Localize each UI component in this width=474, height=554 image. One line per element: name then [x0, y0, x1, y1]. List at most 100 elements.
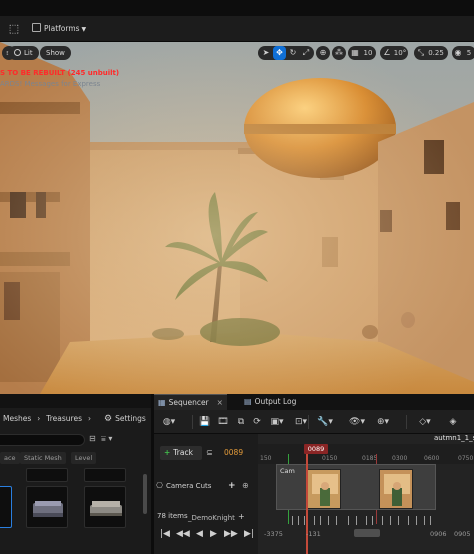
camera-speed-button[interactable]: ◉ 5: [452, 46, 474, 60]
camera-icon: ◉: [454, 48, 462, 57]
search-input[interactable]: [0, 434, 85, 446]
time-ruler[interactable]: 150 0150 0185 0300 0600 0750: [258, 444, 474, 464]
add-icon[interactable]: +: [238, 512, 245, 521]
tools-icon[interactable]: 🔧▾: [314, 415, 336, 429]
playhead-label[interactable]: 0089: [304, 444, 328, 454]
add-track-button[interactable]: + Track: [160, 446, 202, 460]
keyframe-icon[interactable]: ◈: [446, 415, 460, 429]
current-frame[interactable]: 0089: [224, 448, 243, 457]
camera-cuts-icon: ⎔: [156, 481, 163, 490]
tab-sequencer[interactable]: ▦ Sequencer ×: [154, 394, 227, 410]
working-range-start[interactable]: -131: [306, 530, 321, 538]
translate-mode-icon[interactable]: ✥: [273, 46, 286, 60]
visibility-icon[interactable]: 👁▾: [346, 415, 368, 429]
show-button[interactable]: Show: [40, 46, 71, 60]
filter-icon[interactable]: ⊆: [206, 448, 213, 457]
play-reverse-icon[interactable]: ◀: [196, 529, 203, 539]
filter-chip[interactable]: ace: [0, 452, 20, 464]
asset-thumbnail[interactable]: [26, 468, 68, 482]
snap-icon[interactable]: ⊕▾: [372, 415, 394, 429]
tab-output-log-label: Output Log: [254, 397, 297, 406]
render-movie-icon[interactable]: 🎞: [216, 415, 230, 429]
content-browser-header: [0, 394, 151, 408]
sequencer-toolbar: ◍▾ 💾 🎞 ⧉ ⟳ ▣▾ ⊡▾ 🔧▾ 👁▾ ⊕▾ ◇▾ ◈: [154, 410, 474, 434]
rotate-mode-icon[interactable]: ↻: [287, 46, 299, 60]
output-log-icon: ▤: [244, 397, 252, 406]
view-range-start[interactable]: -3375: [264, 530, 283, 538]
grid-icon: ▦: [351, 48, 359, 57]
settings-button[interactable]: ⚙ Settings: [104, 412, 146, 426]
tab-sequencer-label: Sequencer: [168, 398, 209, 407]
scale-mode-icon[interactable]: ⤢: [300, 46, 312, 60]
ruler-label: 0185: [362, 455, 378, 462]
viewport-scene: [0, 42, 474, 394]
select-mode-icon[interactable]: ➤: [260, 46, 272, 60]
title-bar: [0, 0, 474, 16]
close-icon[interactable]: ×: [217, 398, 223, 407]
add-icon[interactable]: ⊕: [242, 478, 249, 494]
viewport-info-message: ARDS! Messages for Express: [0, 80, 101, 88]
breadcrumb-separator: ›: [37, 414, 41, 423]
working-range-end[interactable]: 0906: [430, 530, 447, 538]
chest-thumbnail-image: [33, 501, 63, 517]
camera-cuts-track[interactable]: ⎔ Camera Cuts + ⊕: [156, 478, 256, 494]
view-range-end[interactable]: 0905: [454, 530, 471, 538]
chevron-down-icon: ▼: [81, 26, 87, 33]
content-browser-scrollbar[interactable]: [143, 474, 147, 514]
toolbar-separator: [192, 415, 193, 429]
asset-thumbnail[interactable]: [0, 486, 12, 528]
surface-snap-button[interactable]: ⁂: [332, 46, 346, 60]
lit-view-mode-button[interactable]: Lit: [8, 46, 39, 60]
sequencer-icon: ▦: [158, 398, 166, 407]
filter-chip[interactable]: Static Mesh: [20, 452, 66, 464]
camera-icon[interactable]: ⧉: [234, 415, 248, 429]
world-icon[interactable]: ◍▾: [160, 415, 178, 429]
platforms-label: Platforms: [44, 24, 80, 33]
save-search-icon[interactable]: ⊟: [89, 434, 96, 443]
viewport-toolbar: ≡ Lit Show ➤ ✥ ↻ ⤢ ⊕ ⁂ ▦ 10 ∠ 10° ⤡ 0.25…: [0, 44, 474, 60]
filter-icon[interactable]: ⩸ ▾: [101, 434, 112, 444]
step-back-icon[interactable]: ◀◀: [176, 529, 190, 539]
shot-thumbnail: [307, 469, 341, 509]
jump-to-start-icon[interactable]: |◀: [160, 529, 170, 539]
filter-chip[interactable]: Level: [71, 452, 97, 464]
asset-thumbnail[interactable]: [84, 468, 126, 482]
timeline-scrollbar[interactable]: [354, 529, 380, 537]
lit-label: Lit: [24, 49, 33, 57]
lighting-rebuild-warning: S TO BE REBUILT (245 unbuilt): [0, 69, 120, 77]
toolbar-separator: [406, 415, 407, 429]
step-forward-icon[interactable]: ▶▶: [224, 529, 238, 539]
save-icon[interactable]: 💾: [198, 415, 212, 429]
actions-icon[interactable]: ⟳: [250, 415, 264, 429]
jump-to-end-icon[interactable]: ▶|: [244, 529, 254, 539]
breadcrumb-item-meshes[interactable]: Meshes: [3, 414, 31, 423]
add-camera-icon[interactable]: +: [228, 478, 236, 494]
asset-thumbnail[interactable]: [26, 486, 68, 528]
asset-thumbnail[interactable]: [84, 486, 126, 528]
sequencer-tab-row: ▦ Sequencer × ▤ Output Log: [154, 394, 474, 410]
world-space-button[interactable]: ⊕: [316, 46, 330, 60]
breadcrumb: Meshes › Treasures ›: [0, 412, 97, 426]
item-count: 78 items: [157, 512, 188, 520]
camera-cut-section[interactable]: Cam: [276, 464, 436, 510]
rotation-snap-value: 10°: [393, 49, 407, 57]
platforms-button[interactable]: Platforms ▼: [32, 21, 86, 37]
modes-icon[interactable]: ⬚: [6, 21, 22, 37]
main-toolbar: ⬚ Platforms ▼: [0, 16, 474, 42]
level-viewport[interactable]: ≡ Lit Show ➤ ✥ ↻ ⤢ ⊕ ⁂ ▦ 10 ∠ 10° ⤡ 0.25…: [0, 42, 474, 394]
plus-icon: +: [164, 448, 171, 457]
show-label: Show: [46, 49, 65, 57]
scale-snap-icon: ⤡: [417, 48, 425, 57]
rotation-snap-button[interactable]: ∠ 10°: [380, 46, 408, 60]
grid-snap-button[interactable]: ▦ 10: [348, 46, 376, 60]
breadcrumb-item-treasures[interactable]: Treasures: [46, 414, 82, 423]
sequencer-status-row: 78 items _DemoKnight +: [154, 512, 258, 526]
play-icon[interactable]: ▶: [210, 529, 217, 539]
camera-speed-value: 5: [466, 49, 472, 57]
playback-options-icon[interactable]: ▣▾: [268, 415, 286, 429]
scale-snap-button[interactable]: ⤡ 0.25: [414, 46, 448, 60]
tab-output-log[interactable]: ▤ Output Log: [244, 394, 296, 410]
gear-icon: ⚙: [104, 414, 113, 424]
transport-controls: |◀ ◀◀ ◀ ▶ ▶▶ ▶|: [154, 526, 258, 544]
key-icon[interactable]: ◇▾: [414, 415, 436, 429]
